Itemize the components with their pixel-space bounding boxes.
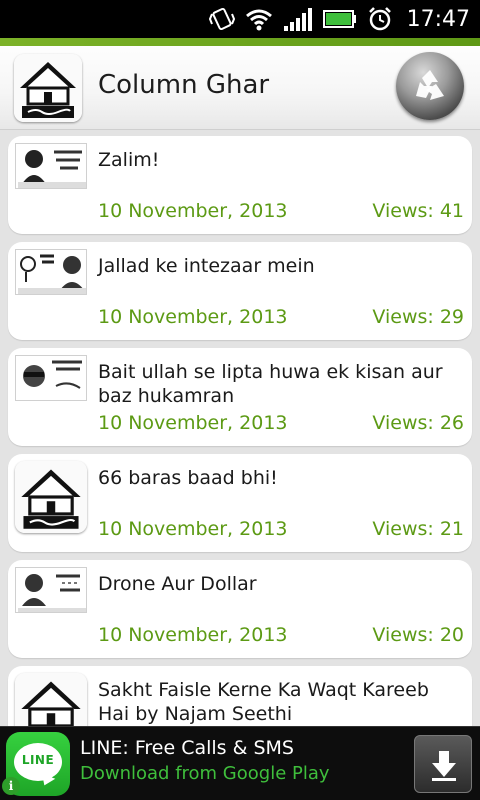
ad-subtitle[interactable]: Download from Google Play — [80, 763, 330, 784]
app-title: Column Ghar — [98, 70, 270, 100]
column-title: Zalim! — [98, 149, 160, 171]
ad-banner[interactable]: LINE LINE: Free Calls & SMS Download fro… — [0, 726, 480, 800]
columnist-thumbnail — [15, 143, 87, 189]
column-views: Views: 26 — [372, 412, 464, 434]
app-header: Column Ghar — [0, 38, 480, 130]
list-item[interactable]: Jallad ke intezaar mein 10 November, 201… — [8, 242, 472, 340]
download-arrow-icon[interactable] — [414, 735, 472, 793]
column-title: Bait ullah se lipta huwa ek kisan aur ba… — [98, 361, 443, 407]
column-views: Views: 29 — [372, 306, 464, 328]
column-date: 10 November, 2013 — [98, 412, 288, 434]
vibrate-icon — [208, 7, 235, 31]
column-list[interactable]: Zalim! 10 November, 2013 Views: 41 Jalla… — [0, 134, 480, 726]
signal-icon — [283, 8, 312, 31]
info-icon[interactable]: i — [2, 777, 20, 795]
list-item[interactable]: Sakht Faisle Kerne Ka Waqt Kareeb Hai by… — [8, 666, 472, 726]
column-date: 10 November, 2013 — [98, 518, 288, 540]
column-title: 66 baras baad bhi! — [98, 467, 278, 489]
column-date: 10 November, 2013 — [98, 200, 288, 222]
columnist-thumbnail — [15, 249, 87, 295]
column-title: Jallad ke intezaar mein — [98, 255, 315, 277]
column-title: Sakht Faisle Kerne Ka Waqt Kareeb Hai by… — [98, 679, 429, 725]
status-bar: 17:47 — [0, 0, 480, 38]
list-item[interactable]: Drone Aur Dollar 10 November, 2013 Views… — [8, 560, 472, 658]
list-item[interactable]: Zalim! 10 November, 2013 Views: 41 — [8, 136, 472, 234]
column-date: 10 November, 2013 — [98, 306, 288, 328]
clock-time: 17:47 — [406, 6, 470, 32]
columnist-thumbnail — [15, 355, 87, 401]
wifi-icon — [245, 9, 272, 31]
recycle-icon[interactable] — [396, 52, 464, 120]
column-title: Drone Aur Dollar — [98, 573, 257, 595]
column-views: Views: 41 — [372, 200, 464, 222]
column-views: Views: 21 — [372, 518, 464, 540]
battery-icon — [322, 10, 356, 28]
columnist-thumbnail — [15, 567, 87, 613]
column-ghar-logo-icon[interactable] — [14, 54, 82, 122]
column-ghar-logo-icon — [15, 461, 87, 533]
column-views: Views: 20 — [372, 624, 464, 646]
alarm-icon — [368, 7, 391, 31]
column-ghar-logo-icon — [15, 673, 87, 726]
list-item[interactable]: Bait ullah se lipta huwa ek kisan aur ba… — [8, 348, 472, 446]
column-date: 10 November, 2013 — [98, 624, 288, 646]
list-item[interactable]: 66 baras baad bhi! 10 November, 2013 Vie… — [8, 454, 472, 552]
ad-title[interactable]: LINE: Free Calls & SMS — [80, 737, 294, 759]
